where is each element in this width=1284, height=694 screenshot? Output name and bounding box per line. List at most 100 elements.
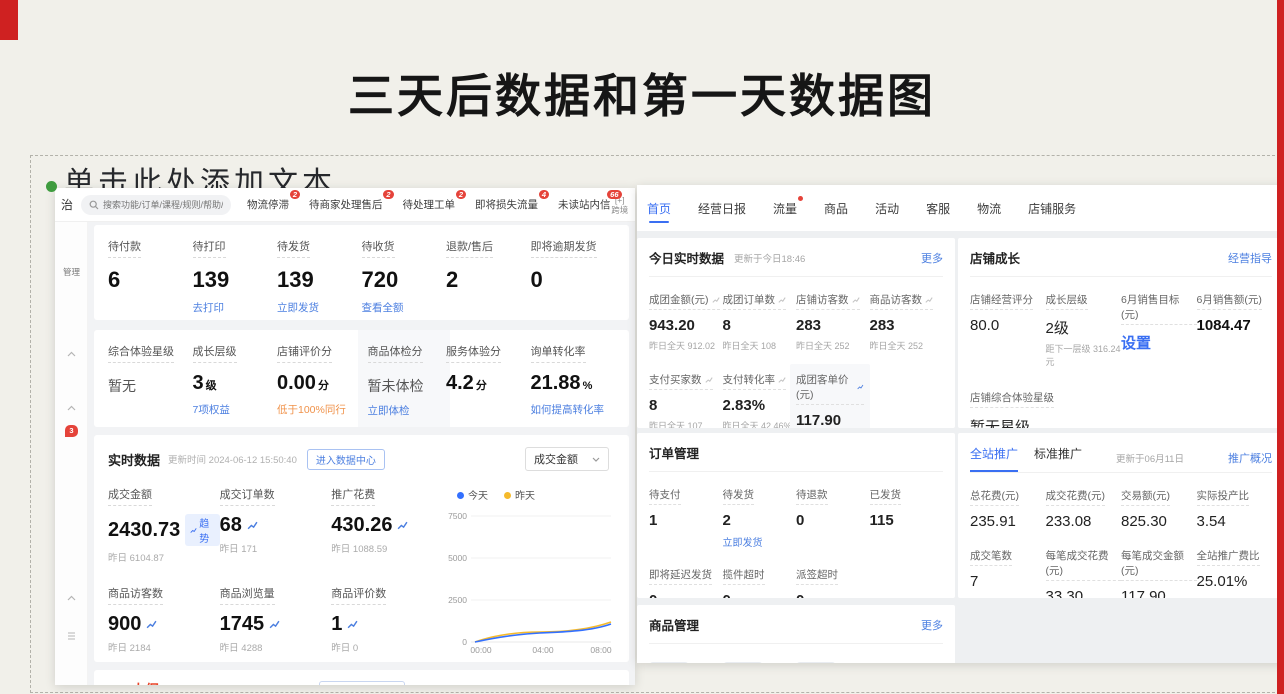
- list-icon: [67, 632, 76, 640]
- tab-traffic[interactable]: 流量: [773, 186, 797, 231]
- tab-shop-services[interactable]: 店铺服务: [1028, 186, 1076, 231]
- tab-logistics[interactable]: 物流: [977, 186, 1001, 231]
- stat-amount-per-deal: 每笔成交金额(元) 117.90: [1121, 546, 1197, 598]
- operation-guide-link[interactable]: 经营指导: [1228, 250, 1272, 266]
- set-target-link[interactable]: 设置: [1121, 332, 1197, 353]
- stat-value: 暂无: [108, 376, 193, 396]
- nav-item-logistics-stalled[interactable]: 物流停滞 2: [247, 197, 289, 212]
- shop-experience-card: 综合体验星级 暂无 成长层级 3级 7项权益 店铺评价分 0.00分 低于100…: [94, 330, 629, 427]
- stat-prev: 昨日全天 42.46%: [723, 419, 797, 428]
- today-dot: [457, 492, 464, 499]
- chevron-up-icon: [67, 351, 76, 357]
- mini-chart-icon[interactable]: [857, 383, 864, 391]
- check-now-link[interactable]: 立即体检: [368, 403, 441, 418]
- stat-transaction-amount: 交易额(元) 825.30: [1121, 486, 1197, 530]
- tab-activities[interactable]: 活动: [875, 186, 899, 231]
- stat-deal-count: 成交笔数 7: [970, 546, 1046, 598]
- product-management-card: 商品管理 更多: [637, 605, 955, 663]
- view-all-link[interactable]: 查看全额: [362, 300, 447, 315]
- sidebar-item-manage[interactable]: 管理: [55, 266, 88, 278]
- mini-chart-icon[interactable]: [397, 520, 408, 531]
- mini-chart-icon[interactable]: [269, 619, 280, 630]
- stat-prev: 昨日 4288: [220, 640, 332, 654]
- nav-item-pending-aftersales[interactable]: 待商家处理售后 2: [309, 197, 383, 212]
- stat-gmv: 成交金额 2430.73 趋势 昨日 6104.87: [108, 485, 220, 564]
- tab-customer-service[interactable]: 客服: [926, 186, 950, 231]
- nav-item-pending-tickets[interactable]: 待处理工单 2: [403, 197, 456, 212]
- stat-total-spend: 总花费(元) 235.91: [970, 486, 1046, 530]
- trend-badge[interactable]: 趋势: [185, 514, 219, 546]
- stat-value: 0: [649, 592, 723, 598]
- tab-products[interactable]: 商品: [824, 186, 848, 231]
- mini-chart-icon[interactable]: [705, 376, 713, 384]
- mini-chart-icon[interactable]: [712, 296, 720, 304]
- stat-awaiting-payment: 待支付 1: [649, 485, 723, 549]
- stat-value: 720: [362, 267, 447, 293]
- ship-now-link[interactable]: 立即发货: [277, 300, 362, 315]
- notification-badge: 4: [539, 190, 549, 199]
- tab-home[interactable]: 首页: [647, 186, 671, 231]
- sidebar-badge-item[interactable]: 3: [55, 425, 88, 437]
- sidebar-collapse-2[interactable]: [55, 405, 88, 411]
- mini-chart-icon[interactable]: [247, 520, 258, 531]
- stat-value: 2430.73: [108, 519, 180, 542]
- data-center-button[interactable]: 进入数据中心: [307, 449, 385, 470]
- mini-chart-icon[interactable]: [925, 296, 933, 304]
- legend-yesterday: 昨天: [504, 487, 535, 502]
- sidebar-collapse-3[interactable]: [55, 595, 88, 601]
- svg-text:04:00: 04:00: [532, 645, 554, 654]
- mini-chart-icon[interactable]: [778, 296, 786, 304]
- nav-item-traffic-loss[interactable]: 即将损失流量 4: [475, 197, 538, 212]
- stat-product-visitors: 商品访客数 283 昨日全天 252: [870, 290, 944, 352]
- legend-today: 今天: [457, 487, 488, 502]
- collapsed-sidebar: 管理 3: [55, 222, 88, 685]
- spacer-cell: [870, 370, 944, 428]
- top-navbar: 治 物流停滞 2 待商家处理售后 2 待处理工单: [55, 188, 635, 222]
- stat-to-ship: 待发货 139 立即发货: [277, 237, 362, 308]
- chevron-down-icon: [592, 457, 600, 462]
- below-peers-warning[interactable]: 低于100%同行: [277, 402, 362, 417]
- tab-standard-promo[interactable]: 标准推广: [1034, 443, 1082, 472]
- stat-label: 推广花费: [331, 486, 375, 506]
- sidebar-misc-glyph[interactable]: [55, 632, 88, 640]
- tab-daily-report[interactable]: 经营日报: [698, 186, 746, 231]
- corner-label[interactable]: 跨境: [611, 205, 628, 215]
- more-link[interactable]: 更多: [921, 617, 943, 633]
- app-logo-partial: 治: [61, 196, 73, 213]
- improve-conversion-link[interactable]: 如何提高转化率: [531, 402, 616, 417]
- ship-now-link[interactable]: 立即发货: [723, 534, 797, 549]
- mini-chart-icon[interactable]: [347, 619, 358, 630]
- nav-item-label: 物流停滞: [247, 199, 289, 211]
- stat-value: 21.88: [531, 372, 581, 394]
- stat-shop-visitors: 店铺访客数 283 昨日全天 252: [796, 290, 870, 352]
- promo-action-button[interactable]: [319, 681, 405, 685]
- stat-unit: 分: [476, 380, 487, 392]
- tab-sitewide-promo[interactable]: 全站推广: [970, 443, 1018, 472]
- benefits-link[interactable]: 7项权益: [193, 402, 278, 417]
- bullet-dot: [46, 181, 57, 192]
- stat-value: 0: [796, 592, 870, 598]
- sidebar-collapse-1[interactable]: [55, 351, 88, 357]
- stat-value: 1: [331, 613, 342, 636]
- mini-chart-icon[interactable]: [778, 376, 786, 384]
- stat-label: 即将逾期发货: [531, 238, 597, 258]
- promo-618-label: 618大促: [108, 680, 159, 685]
- mini-chart-icon[interactable]: [852, 296, 860, 304]
- search-box[interactable]: [81, 195, 231, 215]
- stat-value: 825.30: [1121, 513, 1197, 530]
- sidebar-item-label: 管理: [63, 266, 80, 278]
- more-link[interactable]: 更多: [921, 250, 943, 266]
- search-input[interactable]: [103, 200, 223, 210]
- stat-label: 成交订单数: [220, 486, 275, 506]
- nav-item-unread-messages[interactable]: 未读站内信 66: [558, 197, 611, 212]
- trend-badge-label: 趋势: [199, 515, 214, 545]
- stat-value: 139: [277, 267, 362, 293]
- mini-chart-icon[interactable]: [146, 619, 157, 630]
- navbar-items: 物流停滞 2 待商家处理售后 2 待处理工单 2 即将损失流量 4 未读站内信: [247, 197, 611, 212]
- stat-shop-rating: 店铺评价分 0.00分 低于100%同行: [277, 342, 362, 415]
- promo-overview-link[interactable]: 推广概况: [1228, 450, 1272, 466]
- metric-select[interactable]: 成交金额: [525, 447, 609, 471]
- stat-value: 68: [220, 514, 242, 537]
- stat-refund-aftersale: 退款/售后 2: [446, 237, 531, 308]
- go-print-link[interactable]: 去打印: [193, 300, 278, 315]
